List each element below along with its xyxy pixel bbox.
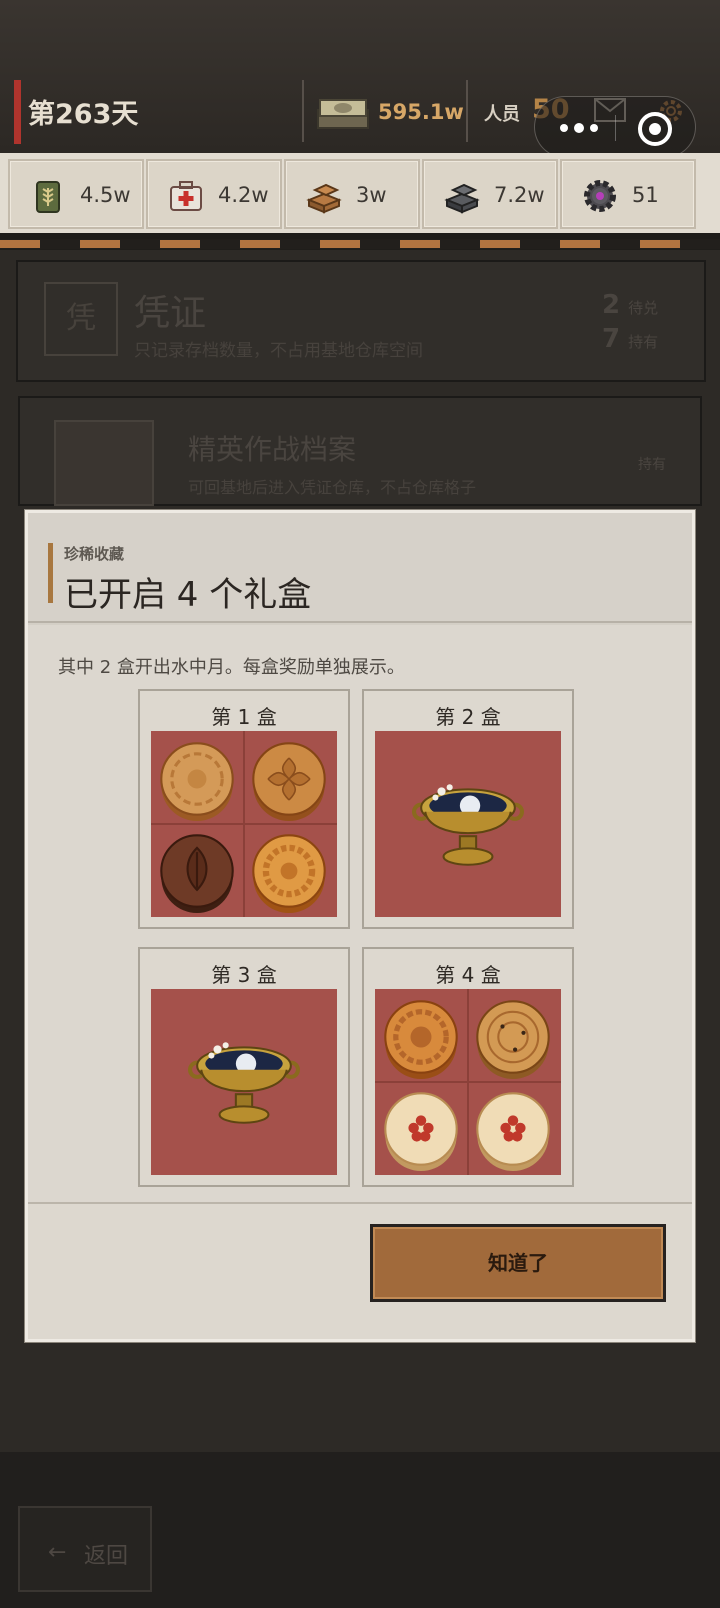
voucher-stamp: 凭 bbox=[44, 282, 118, 356]
divider bbox=[302, 80, 304, 142]
staff-label: 人员 bbox=[484, 104, 520, 125]
voucher-title: 凭证 bbox=[134, 293, 207, 334]
confirm-button[interactable]: 知道了 bbox=[370, 1224, 666, 1302]
elite-archive-card: 精英作战档案 可回基地后进入凭证仓库，不占仓库格子 持有 bbox=[18, 396, 702, 506]
flaky-pastry-icon bbox=[476, 1000, 550, 1079]
box-contents-moon-bowl bbox=[151, 989, 337, 1175]
resource-value: 3w bbox=[356, 183, 387, 207]
mooncake-icon bbox=[252, 742, 326, 821]
back-arrow-icon: ← bbox=[48, 1540, 67, 1565]
box-label: 第 3 盒 bbox=[211, 963, 277, 987]
resource-food[interactable]: 4.5w bbox=[8, 159, 144, 229]
dialog-title: 已开启 4 个礼盒 bbox=[64, 575, 312, 615]
dialog-footer: 知道了 bbox=[28, 1202, 692, 1339]
resource-value: 4.2w bbox=[218, 183, 269, 207]
top-status-bar: 第263天 595.1w 人员 50 bbox=[0, 0, 720, 158]
dialog-body: 其中 2 盒开出水中月。每盒奖励单独展示。 第 1 盒 第 2 盒 第 3 盒 … bbox=[28, 625, 692, 1202]
voucher-description: 只记录存档数量，不占用基地仓库空间 bbox=[134, 341, 423, 361]
day-accent-bar bbox=[14, 80, 21, 144]
resource-parts[interactable]: 51 bbox=[560, 159, 696, 229]
archive-thumbnail bbox=[54, 420, 154, 506]
mooncake-icon bbox=[384, 1000, 458, 1079]
box-contents-mooncakes bbox=[375, 989, 561, 1175]
flower-pastry-icon bbox=[476, 1092, 550, 1171]
gift-box-result-dialog: 珍稀收藏 已开启 4 个礼盒 其中 2 盒开出水中月。每盒奖励单独展示。 第 1… bbox=[25, 510, 695, 1342]
voucher-stat-pending: 2 待兑 bbox=[602, 290, 659, 320]
divider bbox=[466, 80, 468, 142]
resource-bar: 4.5w 4.2w 3w 7.2w 51 bbox=[0, 153, 720, 233]
moon-in-water-bowl-icon bbox=[411, 784, 524, 866]
hazard-stripe bbox=[0, 239, 720, 249]
mooncake-icon bbox=[160, 742, 234, 821]
resource-value: 4.5w bbox=[80, 183, 131, 207]
moon-in-water-bowl-icon bbox=[188, 1042, 300, 1124]
gift-box-3: 第 3 盒 bbox=[138, 947, 350, 1187]
mooncake-icon bbox=[252, 834, 326, 913]
archive-meta: 持有 bbox=[638, 457, 666, 473]
capsule-separator bbox=[615, 115, 616, 141]
box-label: 第 1 盒 bbox=[211, 705, 277, 729]
box-contents-mooncakes bbox=[151, 731, 337, 917]
wheat-can-icon bbox=[36, 181, 60, 213]
gift-box-4: 第 4 盒 bbox=[362, 947, 574, 1187]
header-accent-bar bbox=[48, 543, 53, 603]
chocolate-mooncake-icon bbox=[160, 834, 234, 913]
flower-pastry-icon bbox=[384, 1092, 458, 1171]
gift-box-2: 第 2 盒 bbox=[362, 689, 574, 929]
steel-ingot-icon bbox=[444, 183, 480, 214]
resource-medicine[interactable]: 4.2w bbox=[146, 159, 282, 229]
cash-stack-icon bbox=[317, 99, 369, 129]
medkit-icon bbox=[170, 181, 202, 211]
more-dots-icon[interactable] bbox=[557, 119, 607, 137]
cash-value: 595.1w bbox=[378, 100, 464, 124]
dialog-subtitle: 珍稀收藏 bbox=[64, 545, 125, 563]
close-target-icon[interactable] bbox=[637, 111, 673, 147]
gift-box-1: 第 1 盒 bbox=[138, 689, 350, 929]
dialog-note: 其中 2 盒开出水中月。每盒奖励单独展示。 bbox=[58, 657, 405, 678]
resource-value: 51 bbox=[632, 183, 659, 207]
box-contents-moon-bowl bbox=[375, 731, 561, 917]
voucher-card: 凭 凭证 只记录存档数量，不占用基地仓库空间 2 待兑 7 持有 bbox=[16, 260, 706, 382]
back-button: ← 返回 bbox=[18, 1506, 152, 1592]
resource-value: 7.2w bbox=[494, 183, 545, 207]
voucher-stat-owned: 7 持有 bbox=[602, 324, 659, 354]
archive-description: 可回基地后进入凭证仓库，不占仓库格子 bbox=[188, 478, 477, 497]
gear-part-icon bbox=[584, 180, 616, 212]
resource-wood[interactable]: 3w bbox=[284, 159, 420, 229]
back-label: 返回 bbox=[84, 1544, 129, 1569]
wood-planks-icon bbox=[306, 183, 342, 214]
box-label: 第 4 盒 bbox=[435, 963, 501, 987]
dialog-header: 珍稀收藏 已开启 4 个礼盒 bbox=[28, 513, 692, 623]
resource-steel[interactable]: 7.2w bbox=[422, 159, 558, 229]
day-counter: 第263天 bbox=[28, 99, 139, 130]
mini-program-capsule bbox=[534, 96, 696, 158]
box-label: 第 2 盒 bbox=[435, 705, 501, 729]
archive-title: 精英作战档案 bbox=[188, 433, 357, 466]
